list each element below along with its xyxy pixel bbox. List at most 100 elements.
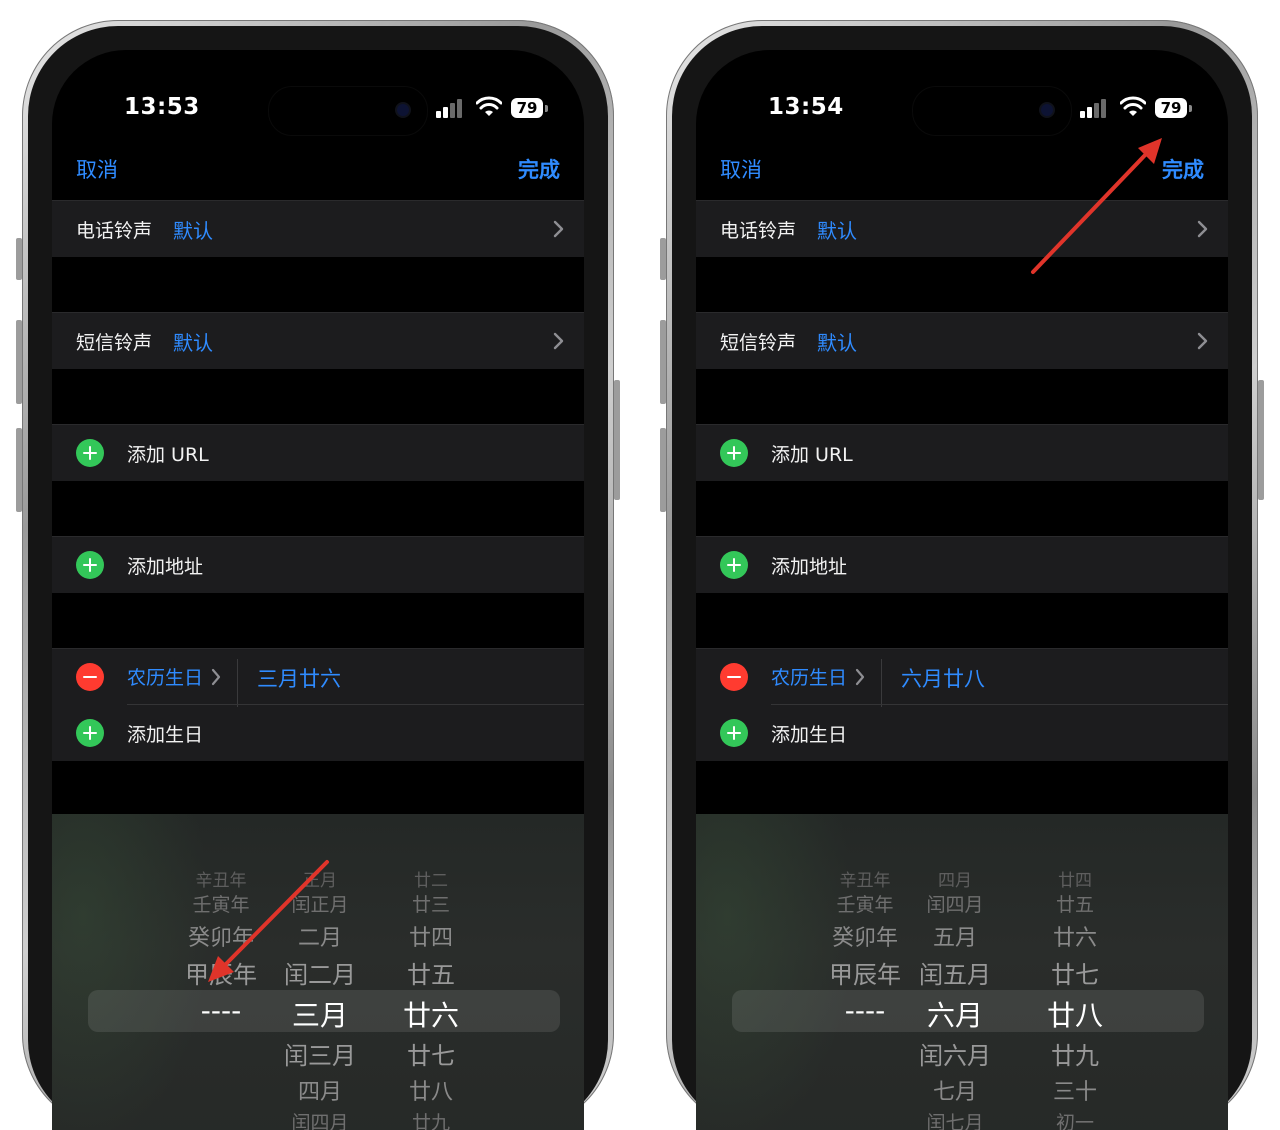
picker-month-item[interactable]: 闰六月	[919, 1036, 991, 1071]
picker-day-item[interactable]: 廿七	[407, 1036, 455, 1071]
dynamic-island	[912, 86, 1072, 136]
picker-month-item[interactable]: 闰四月	[926, 890, 983, 917]
dynamic-island	[268, 86, 428, 136]
picker-year-item[interactable]: 辛丑年	[196, 866, 247, 891]
nav-bar: 取消 完成	[52, 150, 584, 200]
chevron-right-icon	[553, 332, 564, 350]
phone-bezel: 13:53 79 取消 完成 电话铃声 默认 短信铃声 默认 添加 URL 添加…	[28, 26, 608, 1130]
done-button[interactable]: 完成	[518, 154, 560, 184]
picker-day-item[interactable]: 三十	[1053, 1074, 1097, 1106]
texttone-row[interactable]: 短信铃声 默认	[52, 312, 584, 369]
picker-day-item[interactable]: 廿九	[412, 1108, 450, 1130]
picker-day-item[interactable]: 廿三	[412, 890, 450, 917]
picker-month-item[interactable]: 闰五月	[919, 955, 991, 990]
birthday-date[interactable]: 三月廿六	[257, 663, 341, 693]
add-address-row[interactable]: 添加地址	[52, 536, 584, 593]
picker-year-item[interactable]: 壬寅年	[836, 890, 893, 917]
chevron-right-icon	[1197, 220, 1208, 238]
picker-day-item[interactable]: 廿五	[407, 955, 455, 990]
lunar-date-picker[interactable]: 辛丑年 壬寅年 癸卯年 甲辰年 ---- 正月 闰正月 二月 闰二月 三月 闰三…	[52, 814, 584, 1130]
status-time: 13:53	[124, 94, 200, 120]
picker-year-item[interactable]: 甲辰年	[185, 955, 257, 990]
picker-month-item[interactable]: 闰三月	[284, 1036, 356, 1071]
picker-day-selected[interactable]: 廿六	[403, 994, 459, 1034]
picker-year-item[interactable]: 癸卯年	[832, 920, 898, 952]
nav-bar: 取消 完成	[696, 150, 1228, 200]
picker-day-item[interactable]: 廿八	[409, 1074, 453, 1106]
chevron-right-icon	[211, 668, 221, 686]
add-icon[interactable]	[76, 719, 104, 747]
add-birthday-label: 添加生日	[127, 724, 204, 746]
birthday-date[interactable]: 六月廿八	[901, 663, 985, 693]
add-url-row[interactable]: 添加 URL	[52, 424, 584, 481]
birthday-group: 农历生日 六月廿八 添加生日	[696, 648, 1228, 761]
done-button[interactable]: 完成	[1162, 154, 1204, 184]
picker-month-item[interactable]: 正月	[303, 866, 337, 891]
add-icon[interactable]	[76, 439, 104, 467]
add-icon[interactable]	[720, 439, 748, 467]
picker-month-item[interactable]: 闰七月	[926, 1108, 983, 1130]
volume-up-button	[660, 320, 666, 404]
phone-frame-left: 13:53 79 取消 完成 电话铃声 默认 短信铃声 默认 添加 URL 添加…	[16, 20, 620, 1130]
cancel-button[interactable]: 取消	[720, 154, 762, 184]
picker-month-selected[interactable]: 六月	[927, 994, 983, 1034]
picker-year-selected[interactable]: ----	[845, 994, 885, 1027]
picker-month-item[interactable]: 四月	[298, 1074, 342, 1106]
camera-icon	[1041, 104, 1053, 116]
picker-month-selected[interactable]: 三月	[292, 994, 348, 1034]
picker-month-item[interactable]: 二月	[298, 920, 342, 952]
ringtone-label: 电话铃声	[720, 220, 797, 242]
picker-day-item[interactable]: 廿九	[1051, 1036, 1099, 1071]
add-address-label: 添加地址	[771, 556, 848, 578]
picker-day-item[interactable]: 廿六	[1053, 920, 1097, 952]
power-button	[614, 380, 620, 500]
action-button	[16, 238, 22, 280]
add-address-row[interactable]: 添加地址	[696, 536, 1228, 593]
picker-year-selected[interactable]: ----	[201, 994, 241, 1027]
status-icons: 79	[436, 94, 556, 122]
picker-day-item[interactable]: 初一	[1056, 1108, 1094, 1130]
picker-day-item[interactable]: 廿二	[414, 866, 448, 891]
ringtone-label: 电话铃声	[76, 220, 153, 242]
phone-bezel: 13:54 79 取消 完成 电话铃声 默认 短信铃声 默认 添加 URL 添加…	[672, 26, 1252, 1130]
volume-up-button	[16, 320, 22, 404]
picker-year-item[interactable]: 辛丑年	[840, 866, 891, 891]
texttone-label: 短信铃声	[720, 332, 797, 354]
picker-month-item[interactable]: 七月	[933, 1074, 977, 1106]
picker-year-item[interactable]: 壬寅年	[192, 890, 249, 917]
chevron-right-icon	[1197, 332, 1208, 350]
texttone-value: 默认	[173, 331, 213, 355]
texttone-row[interactable]: 短信铃声 默认	[696, 312, 1228, 369]
picker-day-item[interactable]: 廿五	[1056, 890, 1094, 917]
picker-year-item[interactable]: 癸卯年	[188, 920, 254, 952]
camera-icon	[397, 104, 409, 116]
phone-frame-right: 13:54 79 取消 完成 电话铃声 默认 短信铃声 默认 添加 URL 添加…	[660, 20, 1264, 1130]
picker-day-item[interactable]: 廿四	[1058, 866, 1092, 891]
picker-month-item[interactable]: 闰二月	[284, 955, 356, 990]
picker-month-item[interactable]: 五月	[933, 920, 977, 952]
lunar-date-picker[interactable]: 辛丑年 壬寅年 癸卯年 甲辰年 ---- 四月 闰四月 五月 闰五月 六月 闰六…	[696, 814, 1228, 1130]
add-birthday-row[interactable]: 添加生日	[52, 705, 584, 761]
remove-icon[interactable]	[720, 663, 748, 691]
chevron-right-icon	[553, 220, 564, 238]
add-icon[interactable]	[76, 551, 104, 579]
picker-day-item[interactable]: 廿七	[1051, 955, 1099, 990]
picker-month-item[interactable]: 闰四月	[291, 1108, 348, 1130]
add-url-row[interactable]: 添加 URL	[696, 424, 1228, 481]
picker-day-item[interactable]: 廿四	[409, 920, 453, 952]
add-icon[interactable]	[720, 551, 748, 579]
add-icon[interactable]	[720, 719, 748, 747]
birthday-type-selector[interactable]: 农历生日	[127, 663, 203, 690]
battery-icon: 79	[1155, 98, 1187, 118]
add-birthday-row[interactable]: 添加生日	[696, 705, 1228, 761]
ringtone-row[interactable]: 电话铃声 默认	[52, 200, 584, 257]
ringtone-row[interactable]: 电话铃声 默认	[696, 200, 1228, 257]
chevron-right-icon	[855, 668, 865, 686]
remove-icon[interactable]	[76, 663, 104, 691]
picker-month-item[interactable]: 四月	[938, 866, 972, 891]
picker-month-item[interactable]: 闰正月	[291, 890, 348, 917]
birthday-type-selector[interactable]: 农历生日	[771, 663, 847, 690]
cancel-button[interactable]: 取消	[76, 154, 118, 184]
picker-year-item[interactable]: 甲辰年	[829, 955, 901, 990]
picker-day-selected[interactable]: 廿八	[1047, 994, 1103, 1034]
